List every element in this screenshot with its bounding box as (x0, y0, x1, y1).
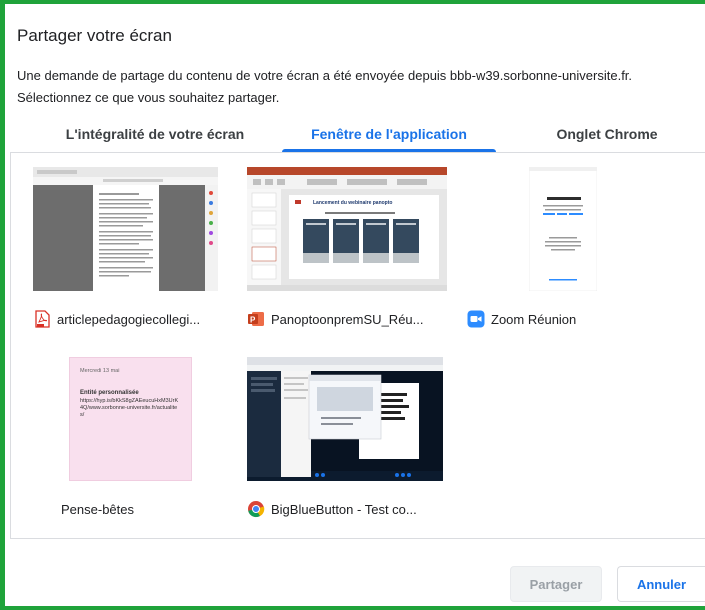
window-tile-pdf[interactable]: articlepedagogiecollegi... (33, 167, 233, 347)
window-title: Zoom Réunion (491, 311, 577, 327)
window-label-bigbluebutton: BigBlueButton - Test co... (247, 497, 417, 521)
window-label-powerpoint: P PanoptoonpremSU_Réu... (247, 307, 423, 331)
zoom-window-thumbnail (529, 167, 597, 291)
sticky-note-title: Entité personnalisée (80, 390, 139, 396)
window-label-zoom: Zoom Réunion (467, 307, 576, 331)
window-tile-zoom[interactable]: Zoom Réunion (467, 167, 667, 347)
svg-text:P: P (250, 316, 256, 325)
sticky-notes-thumbnail: Mercredi 13 mai Entité personnalisée htt… (69, 357, 192, 481)
zoom-icon (467, 310, 485, 328)
window-tile-sticky-notes[interactable]: Mercredi 13 mai Entité personnalisée htt… (33, 357, 233, 537)
bigbluebutton-window-thumbnail (247, 357, 443, 481)
tab-chrome-tab[interactable]: Onglet Chrome (517, 120, 697, 152)
window-label-pdf: articlepedagogiecollegi... (33, 307, 200, 331)
window-grid: articlepedagogiecollegi... Lancement du … (10, 152, 705, 539)
source-tabs: L'intégralité de votre écran Fenêtre de … (5, 120, 705, 152)
window-tile-powerpoint[interactable]: Lancement du webinaire panopto P Panopto… (247, 167, 447, 347)
slide-title: Lancement du webinaire panopto (313, 200, 392, 206)
tab-entire-screen[interactable]: L'intégralité de votre écran (25, 120, 285, 152)
window-tile-bigbluebutton[interactable]: BigBlueButton - Test co... (247, 357, 447, 537)
sticky-note-date: Mercredi 13 mai (80, 368, 120, 374)
cancel-button[interactable]: Annuler (617, 566, 705, 602)
sticky-note-url: https://hyp.is/bKkS8gZAEeucuHxM3UrK4Q/ww… (80, 398, 179, 418)
window-title: PanoptoonpremSU_Réu... (271, 311, 424, 327)
powerpoint-icon: P (247, 310, 265, 328)
share-button[interactable]: Partager (510, 566, 602, 602)
window-label-sticky-notes: Pense-bêtes (61, 497, 134, 521)
pdf-window-thumbnail (33, 167, 218, 291)
window-title: Pense-bêtes (61, 501, 134, 517)
chrome-icon (247, 500, 265, 518)
dialog-title: Partager votre écran (17, 26, 172, 45)
dialog-description: Une demande de partage du contenu de vot… (17, 65, 705, 109)
window-title: articlepedagogiecollegi... (57, 311, 201, 327)
tab-application-window[interactable]: Fenêtre de l'application (282, 120, 496, 152)
share-screen-dialog: Partager votre écran Une demande de part… (5, 4, 705, 606)
description-line-2: Sélectionnez ce que vous souhaitez parta… (17, 90, 280, 105)
window-title: BigBlueButton - Test co... (271, 501, 417, 517)
pdf-icon (33, 310, 51, 328)
description-line-1: Une demande de partage du contenu de vot… (17, 68, 633, 83)
powerpoint-window-thumbnail: Lancement du webinaire panopto (247, 167, 447, 291)
